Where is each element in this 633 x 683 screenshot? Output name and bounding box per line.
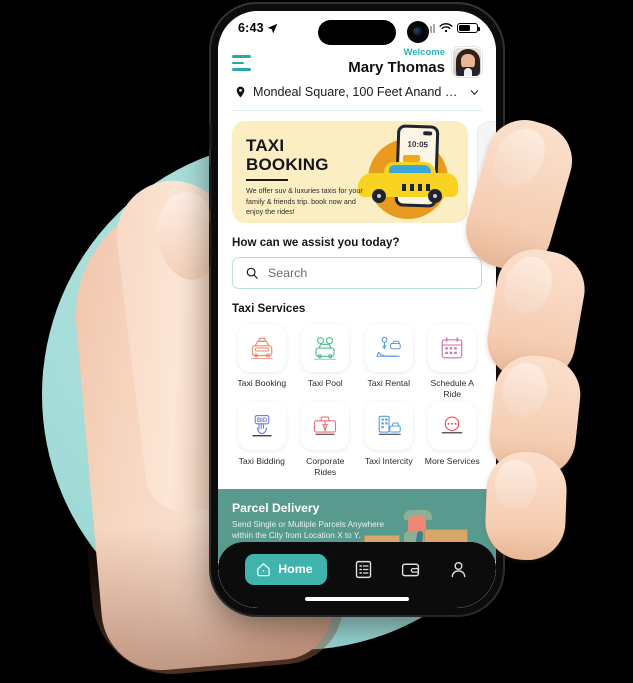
banner-title-line1: TAXI — [246, 136, 285, 155]
app-header: Welcome Mary Thomas Mondeal Square, 100 … — [218, 45, 496, 111]
wallet-icon[interactable] — [400, 559, 421, 580]
banner-rule — [246, 179, 288, 182]
hamburger-menu-icon[interactable] — [232, 47, 251, 75]
wifi-icon — [439, 22, 453, 32]
nav-item-home[interactable]: Home — [245, 553, 327, 585]
home-icon — [257, 562, 270, 576]
scene-root: 6:43 Welcome Mary Thomas Mondeal Square,… — [0, 0, 633, 683]
status-time: 6:43 — [238, 21, 264, 35]
location-arrow-icon — [267, 23, 278, 33]
header-divider — [232, 110, 482, 111]
checklist-icon[interactable] — [353, 559, 374, 580]
location-address: Mondeal Square, 100 Feet Anand Naga... — [253, 85, 463, 99]
nav-home-label: Home — [278, 562, 313, 576]
user-name: Mary Thomas — [348, 59, 445, 76]
little-finger — [484, 450, 568, 562]
home-indicator — [305, 596, 409, 601]
header-row: Welcome Mary Thomas — [232, 47, 482, 77]
status-indicators — [424, 22, 481, 34]
banner-subtitle: We offer suv & luxuries taxis for your f… — [246, 186, 363, 216]
location-selector[interactable]: Mondeal Square, 100 Feet Anand Naga... — [232, 77, 482, 110]
welcome-label: Welcome — [403, 47, 445, 58]
banner-title-line2: BOOKING — [246, 155, 329, 174]
dynamic-island — [318, 20, 396, 45]
map-pin-icon — [236, 86, 245, 98]
header-user-text: Welcome Mary Thomas — [348, 47, 445, 77]
parcel-title: Parcel Delivery — [232, 501, 320, 515]
front-camera-icon — [407, 21, 429, 43]
chevron-down-icon[interactable] — [469, 87, 480, 98]
parcel-text-block: Parcel Delivery Send Single or Multiple … — [232, 501, 392, 542]
profile-person-icon[interactable] — [448, 559, 469, 580]
parcel-subtitle: Send Single or Multiple Parcels Anywhere… — [232, 520, 385, 541]
banner-text-block: TAXI BOOKING We offer suv & luxuries tax… — [246, 136, 374, 217]
status-time-group: 6:43 — [238, 21, 278, 35]
avatar[interactable] — [452, 47, 482, 77]
header-user-block[interactable]: Welcome Mary Thomas — [348, 47, 482, 77]
battery-icon — [457, 22, 481, 34]
